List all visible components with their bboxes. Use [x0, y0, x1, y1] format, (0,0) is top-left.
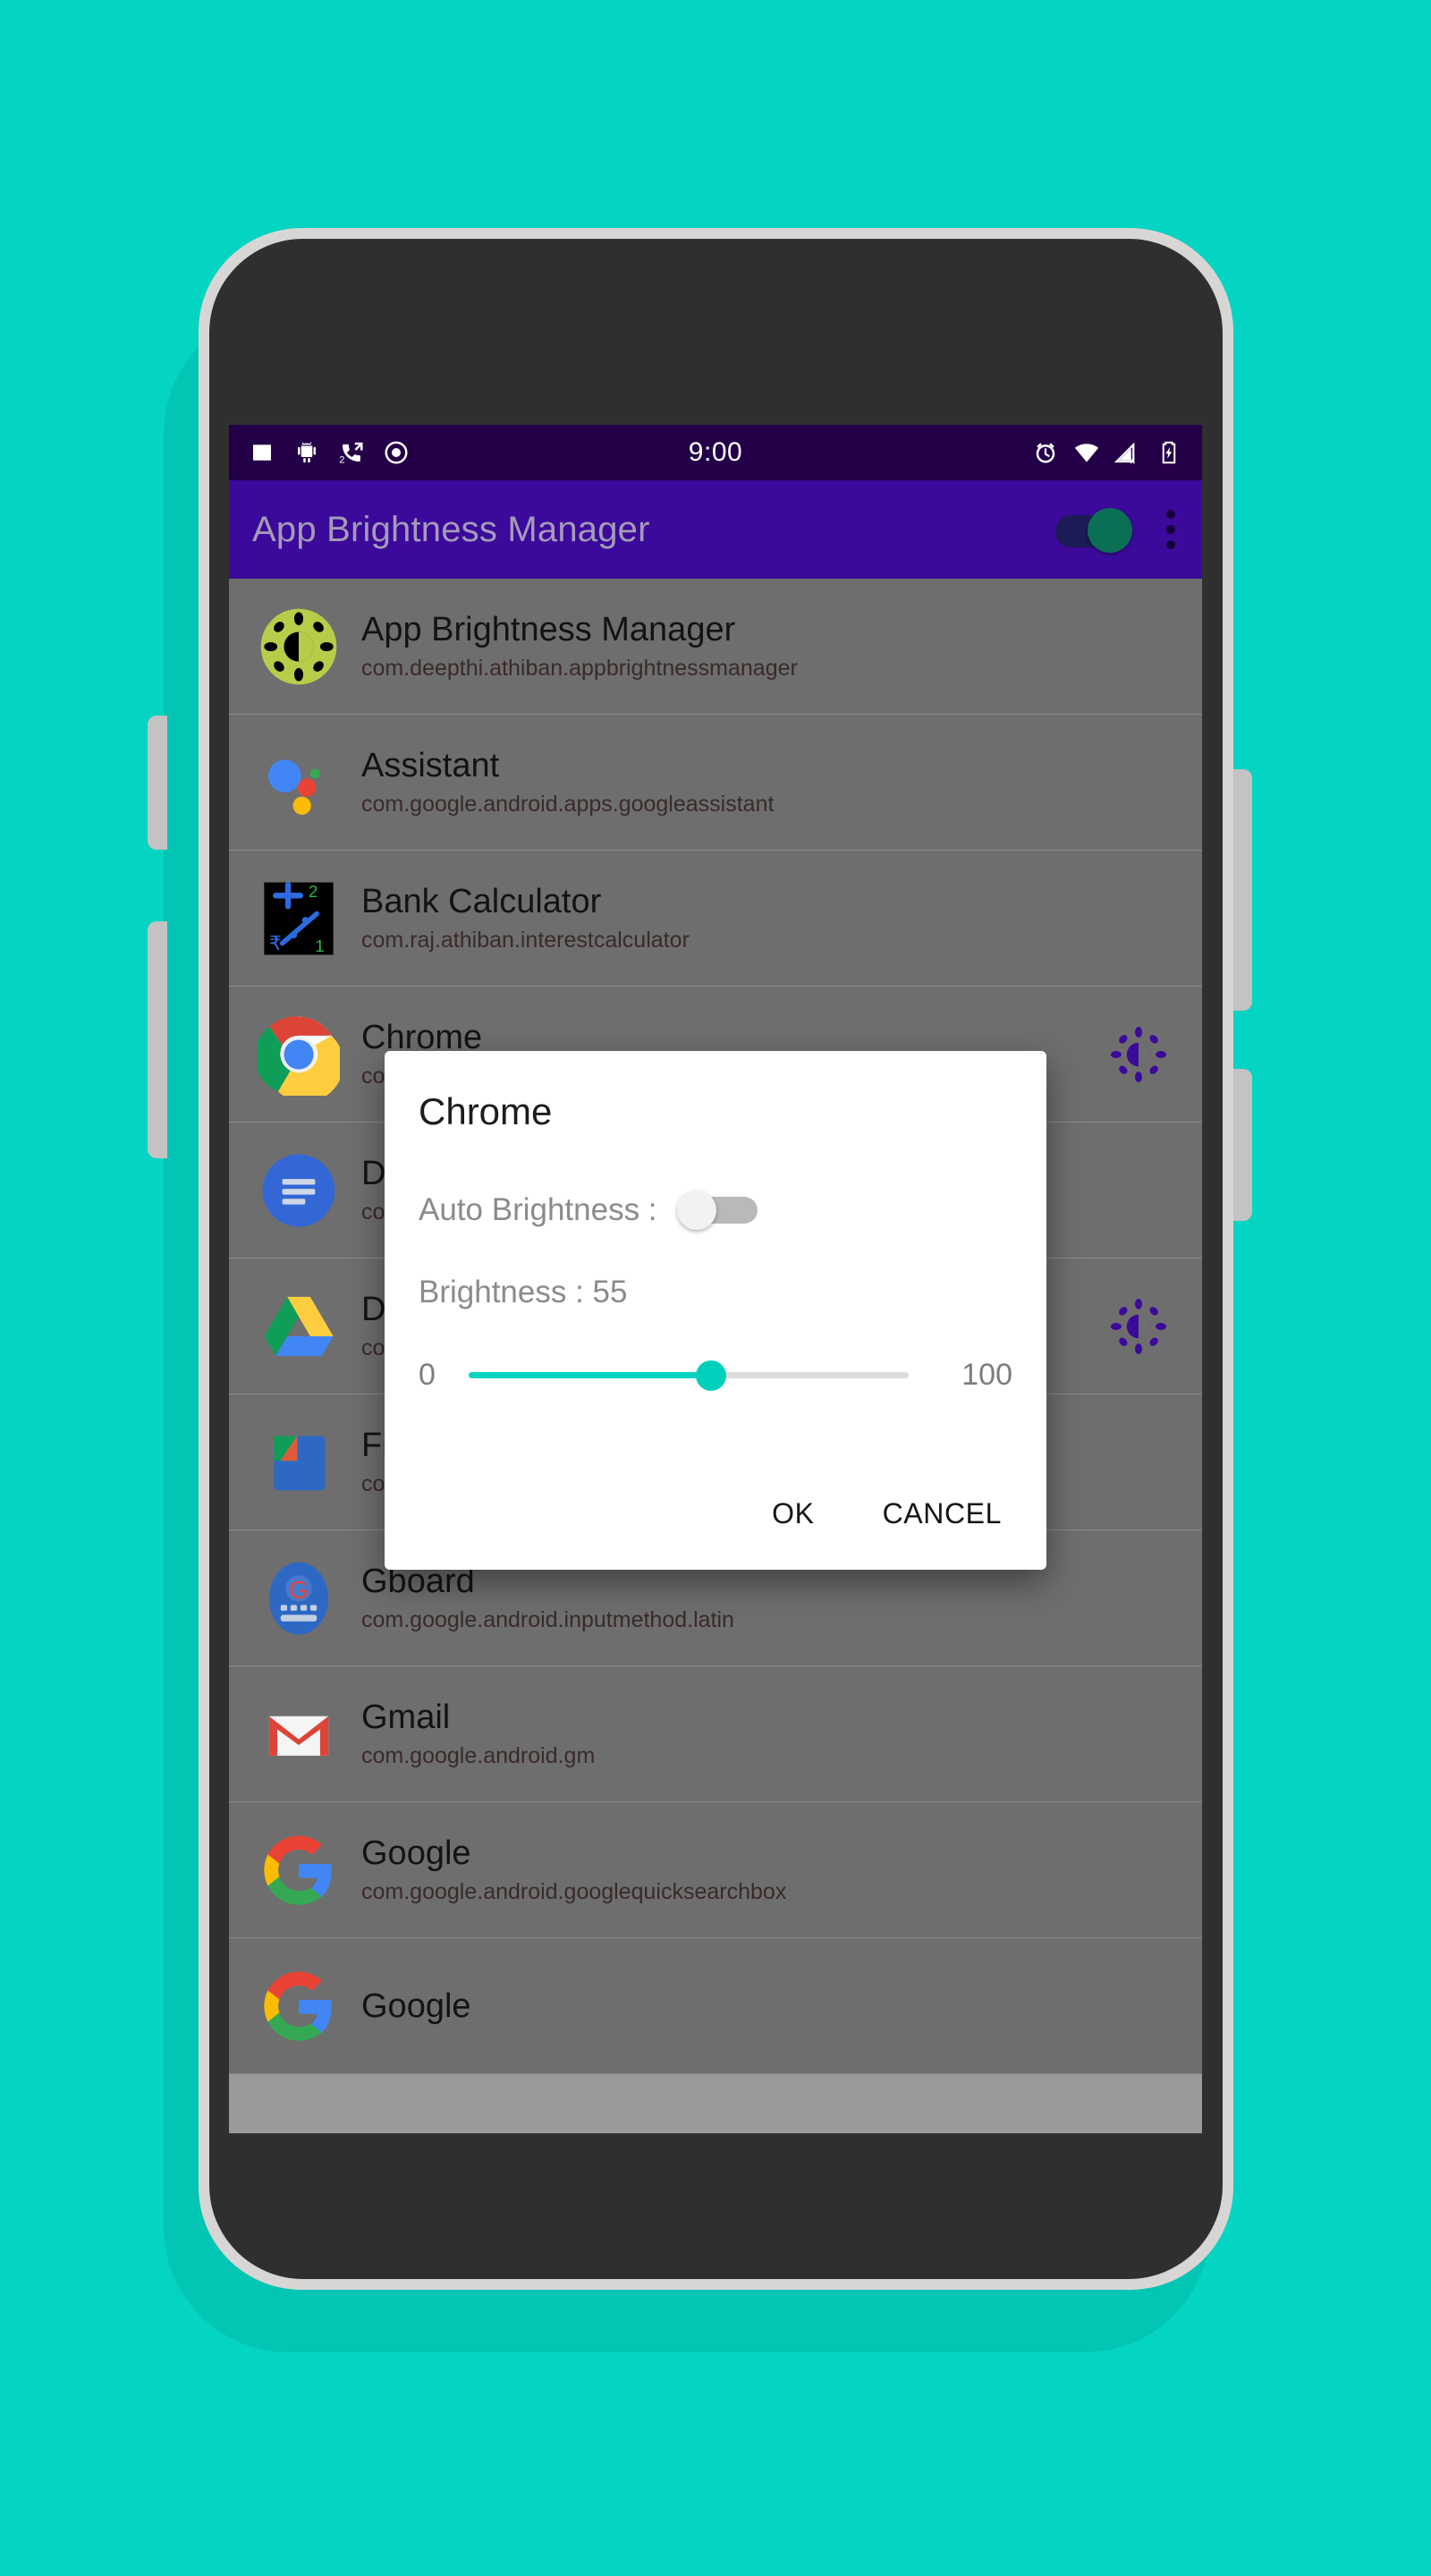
app-brightness-manager-icon	[256, 604, 342, 690]
brightness-dialog: Chrome Auto Brightness : Brightness : 55…	[385, 1051, 1046, 1570]
no-sim-signal-icon: x	[1114, 439, 1141, 466]
app-bar-actions	[1055, 504, 1182, 555]
brightness-slider-row: 0 100	[419, 1357, 1012, 1393]
auto-brightness-label: Auto Brightness :	[419, 1192, 657, 1227]
wifi-icon	[1073, 439, 1100, 466]
app-package: com.raj.athiban.interestcalculator	[361, 928, 690, 953]
svg-text:2: 2	[309, 882, 318, 901]
list-item-text: Gboard com.google.android.inputmethod.la…	[361, 1564, 734, 1631]
ok-button[interactable]: OK	[761, 1488, 825, 1539]
slider-fill	[469, 1372, 711, 1378]
auto-brightness-row: Auto Brightness :	[419, 1191, 1012, 1230]
list-item-text: Google com.google.android.googlequicksea…	[361, 1836, 786, 1903]
slider-thumb[interactable]	[695, 1360, 726, 1391]
cancel-button[interactable]: CANCEL	[872, 1488, 1012, 1539]
app-name: App Brightness Manager	[361, 611, 736, 648]
dialog-actions: OK CANCEL	[761, 1488, 1012, 1539]
svg-text:1: 1	[315, 936, 324, 954]
chrome-icon	[256, 1012, 342, 1097]
bank-calculator-icon: 2 ₹ 1	[256, 876, 342, 962]
svg-text:G: G	[289, 1576, 308, 1604]
list-item[interactable]: App Brightness Manager com.deepthi.athib…	[229, 579, 1202, 715]
google-files-icon	[256, 1419, 342, 1505]
master-toggle[interactable]	[1055, 508, 1132, 553]
app-name: Chrome	[361, 1019, 483, 1056]
list-item[interactable]: Google	[229, 1938, 1202, 2074]
google-assistant-icon	[256, 740, 342, 826]
left-hardware-button-bottom[interactable]	[148, 921, 167, 1158]
slider-max-label: 100	[961, 1357, 1012, 1392]
power-button[interactable]	[1232, 1069, 1252, 1221]
brightness-badge-icon[interactable]	[1109, 1025, 1168, 1084]
app-name: Bank Calculator	[361, 883, 602, 920]
brightness-slider[interactable]	[469, 1357, 909, 1393]
google-drive-icon	[256, 1284, 342, 1369]
list-item[interactable]: Assistant com.google.android.apps.google…	[229, 715, 1202, 851]
google-docs-icon	[256, 1148, 342, 1233]
svg-text:₹: ₹	[269, 931, 282, 953]
google-icon	[256, 1963, 342, 2049]
list-item[interactable]: Google com.google.android.googlequicksea…	[229, 1802, 1202, 1938]
list-item-text: Gmail com.google.android.gm	[361, 1700, 595, 1767]
list-item-text: Bank Calculator com.raj.athiban.interest…	[361, 885, 690, 952]
auto-brightness-toggle[interactable]	[676, 1191, 763, 1230]
app-name: Assistant	[361, 747, 500, 784]
battery-charging-icon	[1156, 439, 1182, 466]
screenshot-stage: 2 9:00 x App Brightness Manager App Brig…	[0, 0, 1431, 2576]
brightness-badge-icon[interactable]	[1109, 1297, 1168, 1356]
app-package: com.google.android.inputmethod.latin	[361, 1607, 734, 1632]
overflow-menu-icon[interactable]	[1159, 504, 1182, 555]
app-package: com.deepthi.athiban.appbrightnessmanager	[361, 656, 798, 681]
volume-rocker-button[interactable]	[1232, 769, 1252, 1011]
app-package: com.google.android.googlequicksearchbox	[361, 1879, 787, 1904]
list-item-text: Assistant com.google.android.apps.google…	[361, 749, 774, 816]
google-icon	[256, 1827, 342, 1913]
status-bar-right-icons: x	[1032, 439, 1182, 466]
app-package: com.google.android.gm	[361, 1743, 596, 1768]
dialog-title: Chrome	[419, 1090, 553, 1132]
app-name: Gmail	[361, 1699, 451, 1736]
app-package: com.google.android.apps.googleassistant	[361, 792, 775, 817]
list-item-text: App Brightness Manager com.deepthi.athib…	[361, 613, 798, 680]
app-name: Google	[361, 1835, 471, 1872]
phone-screen: 2 9:00 x App Brightness Manager App Brig…	[229, 425, 1202, 2133]
status-bar: 2 9:00 x	[229, 425, 1202, 480]
svg-text:x: x	[1130, 456, 1136, 467]
gboard-icon: G	[256, 1555, 342, 1641]
list-item[interactable]: Gmail com.google.android.gm	[229, 1666, 1202, 1802]
list-item[interactable]: 2 ₹ 1 Bank Calculator com.raj.athiban.in…	[229, 851, 1202, 987]
app-name: Google	[361, 1987, 471, 2025]
left-hardware-button-top[interactable]	[148, 716, 167, 850]
slider-min-label: 0	[419, 1357, 436, 1392]
master-toggle-thumb	[1088, 508, 1132, 553]
list-item-text: Google	[361, 1989, 471, 2023]
alarm-icon	[1032, 439, 1059, 466]
page-title: App Brightness Manager	[252, 509, 650, 549]
app-bar: App Brightness Manager	[229, 480, 1202, 579]
auto-brightness-toggle-thumb	[676, 1191, 716, 1230]
brightness-value-label: Brightness : 55	[419, 1275, 628, 1309]
gmail-icon	[256, 1691, 342, 1777]
